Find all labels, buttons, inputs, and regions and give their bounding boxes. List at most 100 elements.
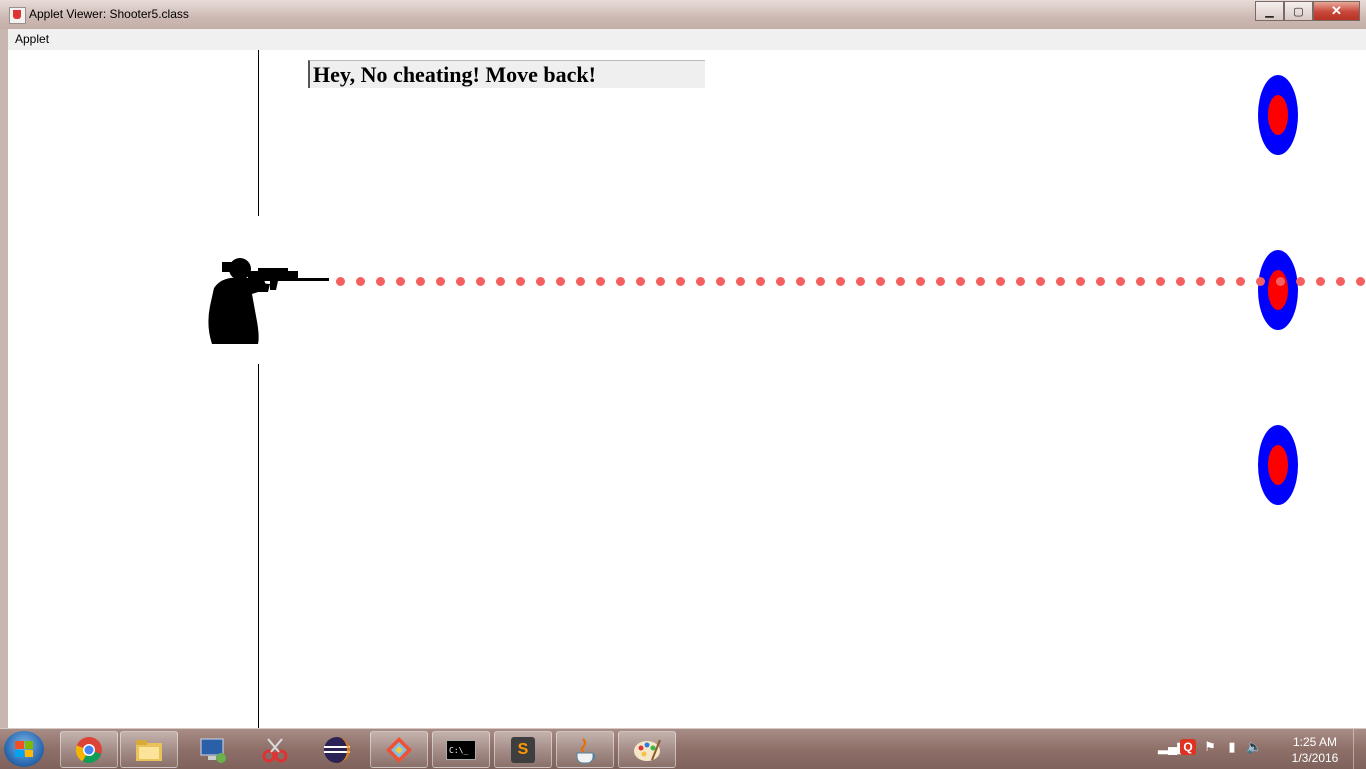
system-tray: ▂▄▆ Q ⚑ ▮ 🔈 bbox=[1158, 739, 1262, 755]
bullet-dot bbox=[456, 277, 465, 286]
file-explorer-icon bbox=[136, 739, 162, 761]
window-left-border bbox=[0, 50, 8, 728]
bullet-dot bbox=[916, 277, 925, 286]
bullet-dot bbox=[936, 277, 945, 286]
taskbar-sublime-text[interactable]: S bbox=[494, 731, 552, 768]
bullet-dot bbox=[1276, 277, 1285, 286]
git-icon bbox=[386, 736, 412, 763]
title-bar[interactable]: Applet Viewer: Shooter5.class ▁ ▢ ✕ bbox=[0, 0, 1366, 29]
bullet-dot bbox=[356, 277, 365, 286]
bullet-dot bbox=[516, 277, 525, 286]
bullet-dot bbox=[1336, 277, 1345, 286]
shooter-silhouette[interactable] bbox=[200, 256, 340, 346]
bullet-dot bbox=[876, 277, 885, 286]
bullet-dot bbox=[1036, 277, 1045, 286]
bullet-dot bbox=[1216, 277, 1225, 286]
bullet-dot bbox=[656, 277, 665, 286]
bullet-dot bbox=[1156, 277, 1165, 286]
bullet-dot bbox=[536, 277, 545, 286]
taskbar-explorer[interactable] bbox=[120, 731, 178, 768]
bullet-dot bbox=[836, 277, 845, 286]
bullet-dot bbox=[1316, 277, 1325, 286]
boundary-line-top bbox=[258, 50, 259, 216]
show-desktop-button[interactable] bbox=[1353, 729, 1366, 769]
bullet-dot bbox=[736, 277, 745, 286]
bullet-dot bbox=[856, 277, 865, 286]
boundary-line-bottom bbox=[258, 364, 259, 728]
bullet-dot bbox=[636, 277, 645, 286]
bullet-dot bbox=[1136, 277, 1145, 286]
power-icon[interactable]: ▮ bbox=[1224, 739, 1240, 755]
cheating-message: Hey, No cheating! Move back! bbox=[308, 60, 705, 88]
java-icon bbox=[576, 737, 596, 763]
bullet-dot bbox=[816, 277, 825, 286]
bullet-dot bbox=[596, 277, 605, 286]
taskbar-java[interactable] bbox=[556, 731, 614, 768]
remote-desktop-icon bbox=[200, 738, 226, 763]
bullet-dot bbox=[576, 277, 585, 286]
bullet-dot bbox=[1096, 277, 1105, 286]
windows-logo-icon bbox=[15, 741, 33, 757]
bullet-dot bbox=[756, 277, 765, 286]
window-controls: ▁ ▢ ✕ bbox=[1255, 1, 1360, 21]
bullet-dot bbox=[1356, 277, 1365, 286]
applet-canvas[interactable]: Hey, No cheating! Move back! bbox=[8, 50, 1366, 728]
q-app-icon[interactable]: Q bbox=[1180, 739, 1196, 755]
volume-icon[interactable]: 🔈 bbox=[1246, 739, 1262, 755]
bullet-dot bbox=[496, 277, 505, 286]
minimize-button[interactable]: ▁ bbox=[1255, 1, 1284, 21]
bullet-dot bbox=[396, 277, 405, 286]
bullet-dot bbox=[676, 277, 685, 286]
snipping-tool-icon bbox=[262, 737, 288, 762]
taskbar-command-prompt[interactable]: C:\_ bbox=[432, 731, 490, 768]
java-app-icon[interactable] bbox=[9, 7, 26, 24]
taskbar: C:\_ S ▂▄▆ Q ⚑ ▮ 🔈 1:25 AM 1/3/2016 bbox=[0, 728, 1366, 769]
command-prompt-icon: C:\_ bbox=[446, 739, 476, 760]
applet-viewer-window: Applet Viewer: Shooter5.class ▁ ▢ ✕ Appl… bbox=[0, 0, 1366, 728]
sublime-text-icon: S bbox=[511, 736, 535, 763]
bullet-dot bbox=[716, 277, 725, 286]
taskbar-paint[interactable] bbox=[618, 731, 676, 768]
bullet-dot bbox=[1236, 277, 1245, 286]
taskbar-eclipse[interactable] bbox=[308, 731, 366, 768]
system-clock[interactable]: 1:25 AM 1/3/2016 bbox=[1280, 734, 1350, 766]
taskbar-chrome[interactable] bbox=[60, 731, 118, 768]
bullet-dot bbox=[896, 277, 905, 286]
window-title: Applet Viewer: Shooter5.class bbox=[29, 7, 189, 21]
start-button[interactable] bbox=[4, 731, 44, 767]
bullet-dot bbox=[1176, 277, 1185, 286]
taskbar-remote-desktop[interactable] bbox=[184, 731, 242, 768]
network-signal-icon[interactable]: ▂▄▆ bbox=[1158, 739, 1187, 755]
bullet-dot bbox=[976, 277, 985, 286]
bullet-dot bbox=[1196, 277, 1205, 286]
maximize-button[interactable]: ▢ bbox=[1284, 1, 1313, 21]
taskbar-git[interactable] bbox=[370, 731, 428, 768]
clock-date: 1/3/2016 bbox=[1291, 751, 1339, 765]
bullet-dot bbox=[416, 277, 425, 286]
bullet-dot bbox=[556, 277, 565, 286]
bullet-dot bbox=[476, 277, 485, 286]
menu-bar: Applet bbox=[8, 29, 1366, 50]
chrome-icon bbox=[75, 736, 102, 763]
bullet-dot bbox=[696, 277, 705, 286]
menu-applet[interactable]: Applet bbox=[15, 32, 49, 46]
bullet-dot bbox=[996, 277, 1005, 286]
action-center-flag-icon[interactable]: ⚑ bbox=[1202, 739, 1218, 755]
bullet-dot bbox=[1016, 277, 1025, 286]
paint-icon bbox=[634, 739, 661, 761]
bullet-dot bbox=[776, 277, 785, 286]
bullet-dot bbox=[336, 277, 345, 286]
bullet-dot bbox=[1256, 277, 1265, 286]
bullet-dot bbox=[616, 277, 625, 286]
target-bullseye bbox=[1268, 270, 1288, 310]
taskbar-snipping-tool[interactable] bbox=[246, 731, 304, 768]
bullet-dot bbox=[1076, 277, 1085, 286]
target-bullseye bbox=[1268, 95, 1288, 135]
close-button[interactable]: ✕ bbox=[1313, 1, 1360, 21]
clock-time: 1:25 AM bbox=[1292, 735, 1338, 749]
bullet-dot bbox=[1056, 277, 1065, 286]
bullet-dot bbox=[376, 277, 385, 286]
bullet-dot bbox=[1296, 277, 1305, 286]
target-bullseye bbox=[1268, 445, 1288, 485]
eclipse-icon bbox=[324, 736, 350, 763]
